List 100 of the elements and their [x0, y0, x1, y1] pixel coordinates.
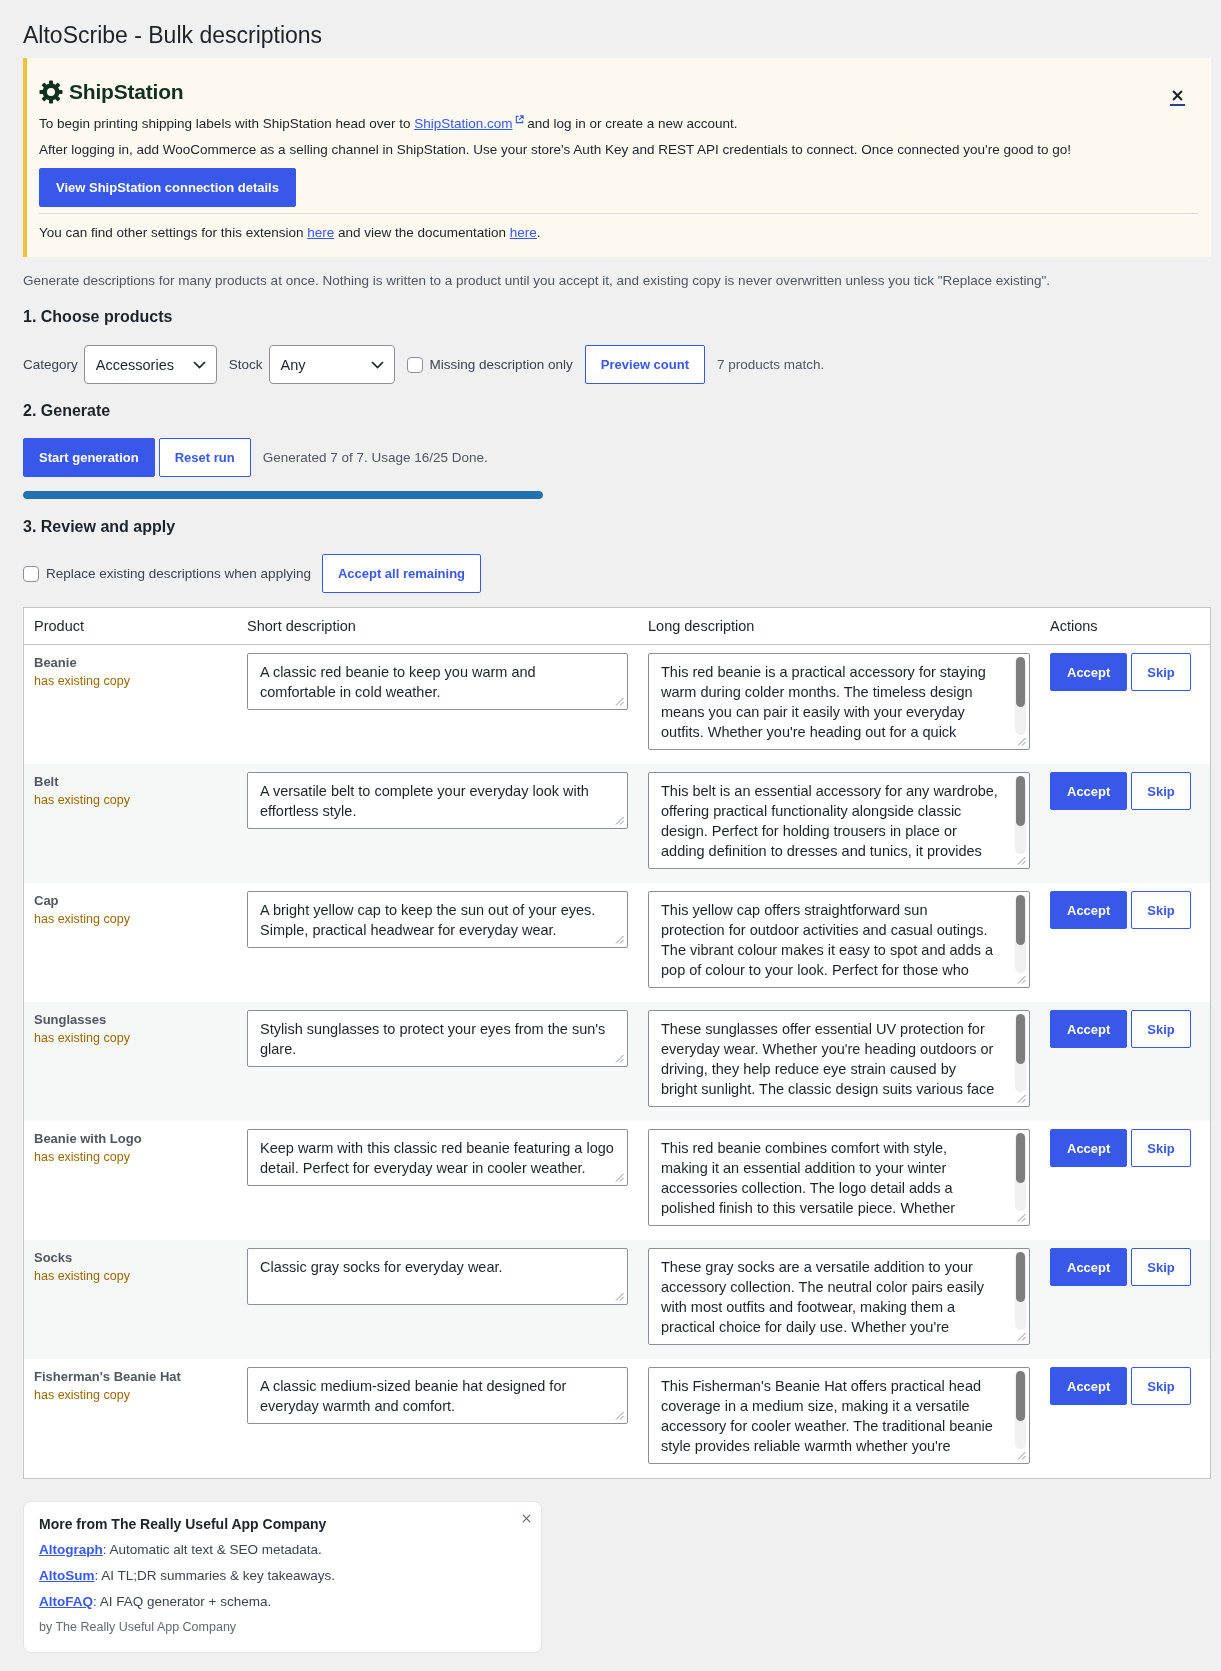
skip-button[interactable]: Skip — [1131, 891, 1191, 929]
close-icon — [1172, 90, 1183, 101]
scrollbar[interactable] — [1015, 657, 1026, 735]
shipstation-link[interactable]: ShipStation.com — [414, 116, 524, 131]
checkbox[interactable] — [406, 356, 423, 373]
product-link[interactable]: AltoSum — [39, 1568, 95, 1583]
preview-count-button[interactable]: Preview count — [584, 345, 705, 384]
scrollbar[interactable] — [1015, 1133, 1026, 1211]
skip-button[interactable]: Skip — [1131, 1367, 1191, 1405]
notice-footer-text: You can find other settings for this extension here and view the documentation here. — [39, 224, 542, 242]
resize-grip-icon[interactable] — [615, 697, 624, 706]
skip-button[interactable]: Skip — [1131, 1010, 1191, 1048]
product-link[interactable]: Altograph — [39, 1542, 103, 1557]
long-description-field[interactable]: This belt is an essential accessory for any wardrobe, offering practical functionality alongside classic design. Perfect for holding trousers in place or adding definition to dresses and tunics, it provides — [648, 772, 1030, 869]
external-link-icon — [514, 115, 524, 124]
section-heading: 3. Review and apply — [23, 517, 177, 537]
checkbox[interactable] — [23, 565, 39, 582]
existing-copy-note: has existing copy — [34, 1268, 130, 1285]
existing-copy-note: has existing copy — [34, 792, 130, 809]
short-description-field[interactable]: A bright yellow cap to keep the sun out of your eyes. Simple, practical headwear for everyday wear. — [247, 891, 628, 948]
generation-status-text: Generated 7 of 7. Usage 16/25 Done. — [262, 450, 488, 465]
reset-run-button[interactable]: Reset run — [158, 438, 251, 477]
column-header: Actions — [1049, 618, 1099, 634]
skip-button[interactable]: Skip — [1131, 1248, 1191, 1286]
long-description-field[interactable]: This Fisherman's Beanie Hat offers practical head coverage in a medium size, making it a versatile accessory for cooler weather. The traditional beanie style provides reliable warmth whether you're — [648, 1367, 1030, 1464]
documentation-link[interactable]: here — [509, 225, 537, 240]
skip-button[interactable]: Skip — [1131, 1129, 1191, 1167]
category-label: Category — [23, 357, 78, 372]
skip-button[interactable]: Skip — [1131, 653, 1191, 691]
resize-grip-icon[interactable] — [1017, 737, 1026, 746]
category-select[interactable]: Accessories — [83, 345, 217, 384]
scrollbar[interactable] — [1015, 1371, 1026, 1449]
notice-text: To begin printing shipping labels with ShipStation head over to ShipStation.com and log in or create a new account. — [39, 114, 739, 133]
scrollbar[interactable] — [1015, 895, 1026, 973]
product-name: Cap — [34, 892, 59, 910]
resize-grip-icon[interactable] — [615, 1411, 624, 1420]
existing-copy-note: has existing copy — [34, 1030, 130, 1047]
resize-grip-icon[interactable] — [615, 816, 624, 825]
short-description-field[interactable]: A classic medium-sized beanie hat designed for everyday warmth and comfort. — [247, 1367, 628, 1424]
resize-grip-icon[interactable] — [1017, 1451, 1026, 1460]
resize-grip-icon[interactable] — [1017, 1332, 1026, 1341]
promo-item-text: AltoSum: AI TL;DR summaries & key takeaways. — [39, 1567, 337, 1585]
short-description-field[interactable]: A versatile belt to complete your everyday look with effortless style. — [247, 772, 628, 829]
connection-details-button[interactable]: View ShipStation connection details — [39, 168, 296, 207]
short-description-field[interactable]: Stylish sunglasses to protect your eyes from the sun's glare. — [247, 1010, 628, 1067]
resize-grip-icon[interactable] — [1017, 856, 1026, 865]
long-description-field[interactable]: This yellow cap offers straightforward sun protection for outdoor activities and casual outings. The vibrant colour makes it easy to spot and adds a pop of colour to your look. Perfect for those who — [648, 891, 1030, 988]
resize-grip-icon[interactable] — [615, 1054, 624, 1063]
accept-button[interactable]: Accept — [1050, 1367, 1128, 1405]
start-generation-button[interactable]: Start generation — [23, 438, 155, 477]
product-name: Socks — [34, 1249, 73, 1267]
product-name: Belt — [34, 773, 59, 791]
close-button[interactable] — [1170, 88, 1185, 106]
promo-item-text: Altograph: Automatic alt text & SEO metadata. — [39, 1541, 323, 1559]
existing-copy-note: has existing copy — [34, 911, 130, 928]
gear-icon — [39, 80, 63, 104]
accept-button[interactable]: Accept — [1050, 891, 1128, 929]
existing-copy-note: has existing copy — [34, 673, 130, 690]
scrollbar[interactable] — [1015, 1014, 1026, 1092]
stock-select[interactable]: Any — [268, 345, 395, 384]
checkbox-label: Replace existing descriptions when applying — [46, 566, 311, 581]
product-name: Fisherman's Beanie Hat — [34, 1368, 181, 1386]
checkbox-label: Missing description only — [429, 357, 573, 372]
column-header: Product — [33, 618, 85, 634]
long-description-field[interactable]: These gray socks are a versatile addition to your accessory collection. The neutral color pairs easily with most outfits and footwear, making them a practical choice for daily use. Whether you're — [648, 1248, 1030, 1345]
skip-button[interactable]: Skip — [1131, 772, 1191, 810]
column-header: Long description — [647, 618, 756, 634]
product-link[interactable]: AltoFAQ — [39, 1594, 93, 1609]
accept-button[interactable]: Accept — [1050, 1248, 1128, 1286]
product-name: Sunglasses — [34, 1011, 107, 1029]
existing-copy-note: has existing copy — [34, 1387, 130, 1404]
stock-label: Stock — [228, 357, 263, 372]
resize-grip-icon[interactable] — [615, 1292, 624, 1301]
resize-grip-icon[interactable] — [1017, 1094, 1026, 1103]
accept-all-button[interactable]: Accept all remaining — [321, 554, 482, 593]
accept-button[interactable]: Accept — [1050, 1010, 1128, 1048]
accept-button[interactable]: Accept — [1050, 1129, 1128, 1167]
match-count-text: 7 products match. — [717, 357, 825, 372]
short-description-field[interactable]: Classic gray socks for everyday wear. — [247, 1248, 628, 1305]
chevron-down-icon — [370, 360, 384, 369]
resize-grip-icon[interactable] — [615, 1173, 624, 1182]
product-name: Beanie with Logo — [34, 1130, 142, 1148]
column-header: Short description — [246, 618, 357, 634]
short-description-field[interactable]: Keep warm with this classic red beanie featuring a logo detail. Perfect for everyday wear in cooler weather. — [247, 1129, 628, 1186]
resize-grip-icon[interactable] — [1017, 975, 1026, 984]
promo-title: More from The Really Useful App Company — [39, 1515, 327, 1534]
long-description-field[interactable]: This red beanie is a practical accessory for staying warm during colder months. The timeless design means you can pair it easily with your everyday outfits. Whether you're heading out for a quick — [648, 653, 1030, 750]
scrollbar[interactable] — [1015, 1252, 1026, 1330]
long-description-field[interactable]: This red beanie combines comfort with style, making it an essential addition to your winter accessories collection. The logo detail adds a polished finish to this versatile piece. Whether — [648, 1129, 1030, 1226]
long-description-field[interactable]: These sunglasses offer essential UV protection for everyday wear. Whether you're heading outdoors or driving, they help reduce eye strain caused by bright sunlight. The classic design suits various face — [648, 1010, 1030, 1107]
section-heading: 1. Choose products — [23, 307, 174, 327]
accept-button[interactable]: Accept — [1050, 772, 1128, 810]
brand-logo-text: ShipStation — [69, 79, 184, 105]
resize-grip-icon[interactable] — [615, 935, 624, 944]
section-heading: 2. Generate — [23, 401, 112, 421]
resize-grip-icon[interactable] — [1017, 1213, 1026, 1222]
settings-link[interactable]: here — [307, 225, 335, 240]
short-description-field[interactable]: A classic red beanie to keep you warm and comfortable in cold weather. — [247, 653, 628, 710]
scrollbar[interactable] — [1015, 776, 1026, 854]
accept-button[interactable]: Accept — [1050, 653, 1128, 691]
